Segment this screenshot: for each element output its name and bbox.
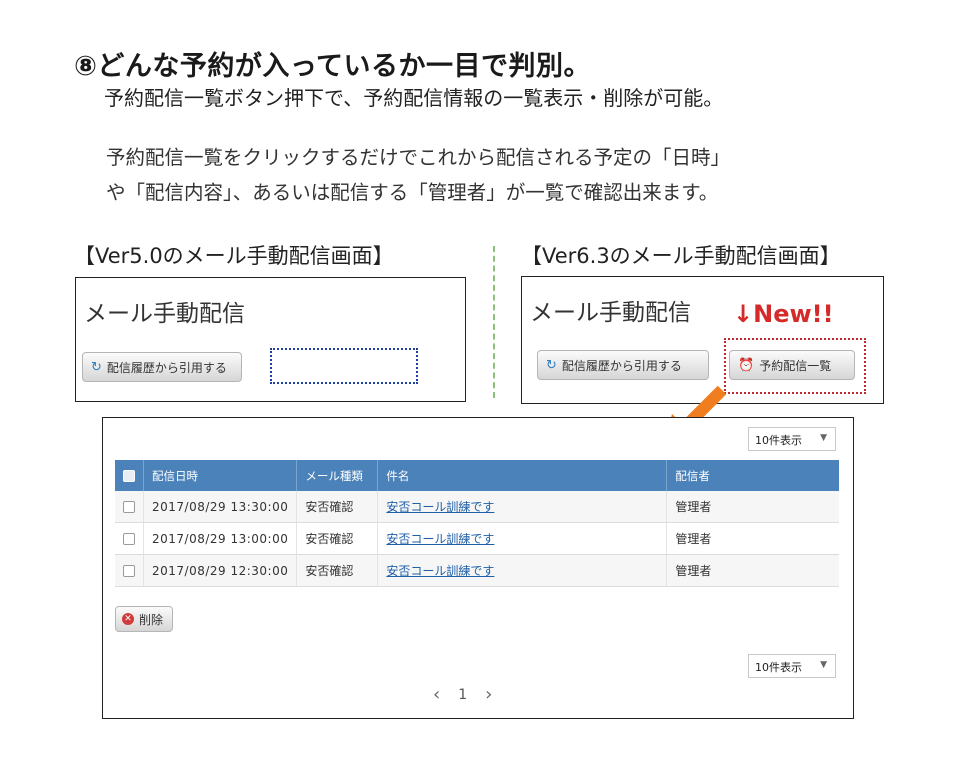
close-circle-icon: ✕ xyxy=(122,613,134,625)
refresh-icon: ↻ xyxy=(546,357,557,373)
history-quote-label: 配信履歴から引用する xyxy=(106,360,227,375)
pagination: ‹ 1 › xyxy=(433,684,492,705)
per-page-select[interactable]: 10件表示 ▼ xyxy=(748,427,836,451)
per-page-value: 10件表示 xyxy=(755,661,802,674)
description-line-2: や「配信内容」、あるいは配信する「管理者」が一覧で確認出来ます。 xyxy=(106,181,719,204)
caret-down-icon: ▼ xyxy=(820,660,827,670)
header-mail-type[interactable]: メール種類 xyxy=(296,460,379,491)
slide-subtitle: 予約配信一覧ボタン押下で、予約配信情報の一覧表示・削除が可能。 xyxy=(104,86,724,110)
caret-down-icon: ▼ xyxy=(820,433,827,443)
history-quote-button[interactable]: ↻ 配信履歴から引用する xyxy=(82,352,242,382)
row-datetime: 2017/08/29 13:00:00 xyxy=(143,522,298,555)
row-subject-link[interactable]: 安否コール訓練です xyxy=(386,500,494,514)
row-checkbox[interactable] xyxy=(123,533,135,545)
description-line-1: 予約配信一覧をクリックするだけでこれから配信される予定の「日時」 xyxy=(106,146,731,169)
history-quote-button[interactable]: ↻ 配信履歴から引用する xyxy=(537,350,709,380)
reservation-list-panel: 10件表示 ▼ 配信日時 メール種類 件名 配信者 2017/08/29 13:… xyxy=(102,417,854,719)
reservation-table: 配信日時 メール種類 件名 配信者 2017/08/29 13:30:00 安否… xyxy=(115,460,839,587)
table-row: 2017/08/29 12:30:00 安否確認 安否コール訓練です 管理者 xyxy=(115,554,839,587)
highlight-frame xyxy=(724,338,866,394)
per-page-select-bottom[interactable]: 10件表示 ▼ xyxy=(748,654,836,678)
row-subject-link[interactable]: 安否コール訓練です xyxy=(386,564,494,578)
row-sender: 管理者 xyxy=(666,491,839,523)
row-sender: 管理者 xyxy=(666,554,839,587)
header-datetime[interactable]: 配信日時 xyxy=(143,460,298,491)
right-caption: 【Ver6.3のメール手動配信画面】 xyxy=(521,244,841,268)
row-subject-link[interactable]: 安否コール訓練です xyxy=(386,532,494,546)
delete-label: 削除 xyxy=(139,612,164,627)
new-label: ↓New!! xyxy=(733,300,834,328)
row-mail-type: 安否確認 xyxy=(296,522,379,555)
select-all-checkbox[interactable] xyxy=(123,470,135,482)
per-page-value: 10件表示 xyxy=(755,434,802,447)
header-subject[interactable]: 件名 xyxy=(377,460,668,491)
select-all-cell[interactable] xyxy=(115,460,144,491)
row-datetime: 2017/08/29 13:30:00 xyxy=(143,491,298,523)
row-sender: 管理者 xyxy=(666,522,839,555)
row-mail-type: 安否確認 xyxy=(296,554,379,587)
row-checkbox[interactable] xyxy=(123,565,135,577)
table-header-row: 配信日時 メール種類 件名 配信者 xyxy=(115,460,839,491)
delete-button[interactable]: ✕ 削除 xyxy=(115,606,173,632)
chevron-left-icon[interactable]: ‹ xyxy=(433,684,440,705)
empty-placeholder-frame xyxy=(270,348,418,384)
left-caption: 【Ver5.0のメール手動配信画面】 xyxy=(74,244,394,268)
refresh-icon: ↻ xyxy=(91,359,102,375)
window-title: メール手動配信 xyxy=(84,301,245,327)
page-number-current[interactable]: 1 xyxy=(458,687,467,703)
row-checkbox[interactable] xyxy=(123,501,135,513)
table-row: 2017/08/29 13:00:00 安否確認 安否コール訓練です 管理者 xyxy=(115,522,839,555)
divider-line xyxy=(493,246,495,398)
row-mail-type: 安否確認 xyxy=(296,491,379,523)
slide-title: ⑧どんな予約が入っているか一目で判別。 xyxy=(74,51,592,82)
row-datetime: 2017/08/29 12:30:00 xyxy=(143,554,298,587)
header-sender[interactable]: 配信者 xyxy=(666,460,839,491)
table-row: 2017/08/29 13:30:00 安否確認 安否コール訓練です 管理者 xyxy=(115,491,839,523)
history-quote-label: 配信履歴から引用する xyxy=(561,358,682,373)
window-title: メール手動配信 xyxy=(530,300,691,326)
chevron-right-icon[interactable]: › xyxy=(485,684,492,705)
